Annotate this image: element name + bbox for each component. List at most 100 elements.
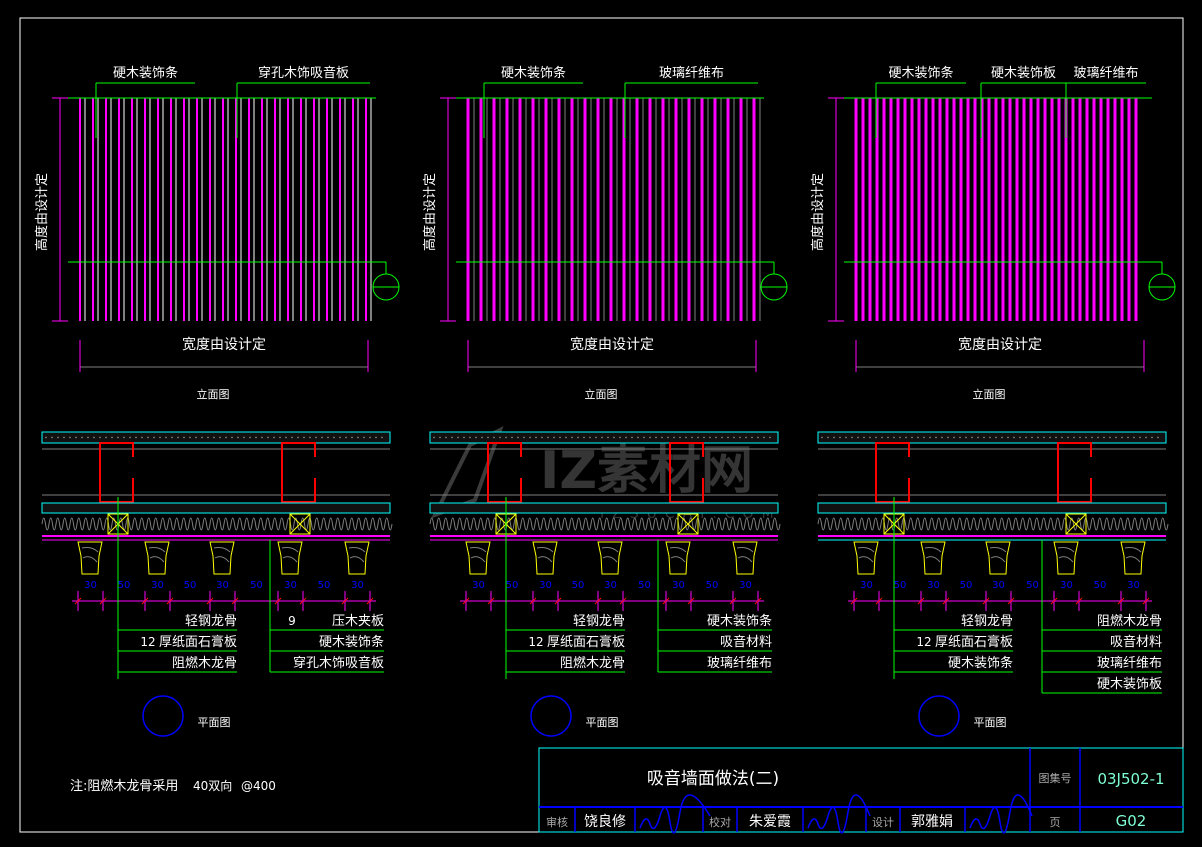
board-hatch [375,436,377,439]
board-hatch [1019,436,1021,439]
wood-grain [601,547,619,563]
board-hatch [1001,436,1003,439]
board-hatch [75,436,77,439]
board-hatch [905,436,907,439]
wood-grain [81,547,99,563]
dim-value: 30 [860,580,873,591]
title-page-label: 页 [1050,816,1061,829]
board-hatch [469,436,471,439]
note-spacing: @400 [241,779,276,793]
board-hatch [535,436,537,439]
board-hatch [135,436,137,439]
board-hatch [1091,436,1093,439]
callout-text: 硬木装饰条 [707,613,772,629]
board-hatch [345,436,347,439]
plan-title: 平面图 [586,716,619,729]
steel-channel [1057,442,1092,503]
board-hatch [977,436,979,439]
board-hatch [499,436,501,439]
dim-value: 30 [216,580,229,591]
dim-value: 30 [472,580,485,591]
signature [639,794,711,834]
board-hatch [971,436,973,439]
width-label: 宽度由设计定 [182,336,266,353]
dim-value: 50 [638,580,651,591]
dim-value: 30 [992,580,1005,591]
board-hatch [183,436,185,439]
plan-title: 平面图 [974,716,1007,729]
wood-grain [148,547,166,563]
board-hatch [147,436,149,439]
dim-value: 50 [960,580,973,591]
board-hatch [249,436,251,439]
steel-channel [281,442,316,503]
dim-value: 30 [284,580,297,591]
elevation-callout: 硬木装饰条 [501,65,566,81]
board-hatch [339,436,341,439]
callout-text: 轻钢龙骨 [573,614,625,629]
board-hatch [709,436,711,439]
board-hatch [739,436,741,439]
board-hatch [123,436,125,439]
board-hatch [757,436,759,439]
hardwood-strip [597,541,623,575]
title-review-label: 审核 [546,815,568,829]
drawing-title: 吸音墙面做法(二) [647,769,779,789]
elevation-view: 高度由设计定宽度由设计定立面图 硬木装饰条 穿孔木饰吸音板 [34,65,400,401]
elevation-callout: 硬木装饰条 [888,65,953,81]
elevation-callout: 硬木装饰条 [113,65,178,81]
board-hatch [177,436,179,439]
board-hatch [1031,436,1033,439]
title-page-no: G02 [1116,812,1147,830]
board-hatch [1013,436,1015,439]
board-hatch [481,436,483,439]
board-hatch [959,436,961,439]
board-hatch [333,436,335,439]
board-hatch [583,436,585,439]
board-hatch [303,436,305,439]
board-hatch [1103,436,1105,439]
board-hatch [99,436,101,439]
board-hatch [619,436,621,439]
board-hatch [661,436,663,439]
wood-grain [1124,547,1142,563]
board-hatch [643,436,645,439]
board-hatch [1133,436,1135,439]
board-hatch [141,436,143,439]
board-hatch [457,436,459,439]
board-hatch [493,436,495,439]
hardwood-strip [920,541,946,575]
board-hatch [1127,436,1129,439]
board-hatch [159,436,161,439]
dim-value: 50 [572,580,585,591]
board-hatch [953,436,955,439]
hardwood-strip [665,541,691,575]
board-hatch [911,436,913,439]
callout-text: 阻燃木龙骨 [1097,613,1162,629]
board-hatch [929,436,931,439]
callout-text: 厚纸面石膏板 [159,634,237,650]
hardwood-strip [144,541,170,575]
board-hatch [1145,436,1147,439]
board-hatch [553,436,555,439]
callout-number: 9 [288,614,296,628]
atlas-label: 图集号 [1039,771,1072,785]
detail-panel-1: 高度由设计定宽度由设计定立面图硬木装饰条 穿孔木饰吸音板30 50 30 50 30 50 3… [34,65,400,737]
wood-grain [989,547,1007,563]
board-hatch [893,436,895,439]
board-hatch [691,436,693,439]
wood-grain [1057,547,1075,563]
board-hatch [1157,436,1159,439]
board-hatch [1073,436,1075,439]
board-hatch [81,436,83,439]
detail-panel-3: 高度由设计定宽度由设计定立面图硬木装饰条 硬木装饰板 玻璃纤维布30 50 30 50 30… [810,65,1176,737]
elevation-view: 高度由设计定宽度由设计定立面图 硬木装饰条 硬木装饰板 玻璃纤维布 [810,65,1176,401]
hardwood-strip [732,541,758,575]
board-hatch [1055,436,1057,439]
board-hatch [887,436,889,439]
board-hatch [1121,436,1123,439]
board-hatch [285,436,287,439]
board-hatch [1061,436,1063,439]
callout-text: 玻璃纤维布 [1097,656,1162,671]
dim-value: 30 [151,580,164,591]
